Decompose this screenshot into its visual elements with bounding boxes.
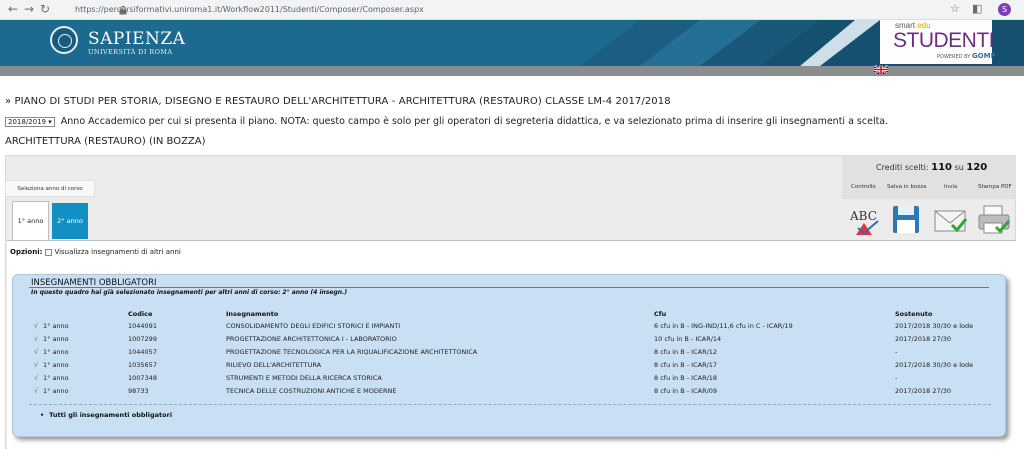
uk-flag-icon[interactable]	[874, 65, 888, 74]
save-draft-label: Salva in bozza	[887, 184, 927, 190]
row-passed: 2017/2018 27/30	[895, 335, 952, 343]
table-row: √ 1° anno 1007348 STRUMENTI E METODI DEL…	[0, 372, 1024, 385]
print-pdf-button[interactable]	[974, 201, 1014, 238]
send-label: Invia	[944, 184, 958, 190]
row-passed: 2017/2018 27/30	[895, 387, 952, 395]
table-row: √ 1° anno 1044057 PROGETTAZIONE TECNOLOG…	[0, 346, 1024, 359]
brand-powered-by: POWERED BY GOMP	[937, 52, 996, 60]
show-other-years-checkbox[interactable]	[45, 248, 53, 256]
mandatory-divider	[29, 287, 989, 288]
table-divider	[29, 404, 991, 405]
year-selector-header: Seleziona anno di corso	[5, 180, 95, 197]
row-code: 1044091	[128, 322, 157, 330]
all-mandatory-courses-link[interactable]: Tutti gli insegnamenti obbligatori	[40, 411, 172, 419]
check-icon: √	[34, 374, 39, 382]
forward-icon[interactable]: →	[22, 2, 36, 16]
credits-summary: Crediti scelti: 110 su 120	[876, 162, 987, 173]
check-icon: √	[34, 335, 39, 343]
brand-gomp: GOMP	[971, 52, 996, 60]
spellcheck-button[interactable]: ABC	[844, 201, 884, 238]
show-other-years-label[interactable]: Visualizza insegnamenti di altri anni	[54, 248, 180, 256]
tab-year-1[interactable]: 1° anno	[12, 201, 49, 240]
row-year: 1° anno	[43, 348, 69, 356]
row-code: 98733	[128, 387, 149, 395]
row-course: RILIEVO DELL'ARCHITETTURA	[226, 361, 322, 369]
browser-toolbar: ← → ↻ https://percorsiformativi.uniroma1…	[0, 0, 1024, 20]
row-code: 1035657	[128, 361, 157, 369]
extension-icon[interactable]: ◧	[972, 2, 982, 15]
back-icon[interactable]: ←	[6, 2, 20, 16]
row-passed: 2017/2018 30/30 e lode	[895, 361, 974, 369]
row-cfu: 8 cfu in B - ICAR/18	[654, 374, 718, 382]
subheader-bar	[0, 66, 1024, 76]
course-title: ARCHITETTURA (RESTAURO) (IN BOZZA)	[5, 136, 206, 147]
check-icon: √	[34, 387, 39, 395]
tab-year-2[interactable]: 2° anno	[52, 203, 88, 239]
check-label: Controllo	[851, 184, 876, 190]
row-course: STRUMENTI E METODI DELLA RICERCA STORICA	[226, 374, 382, 382]
reload-icon[interactable]: ↻	[38, 2, 52, 16]
page-title: » PIANO DI STUDI PER STORIA, DISEGNO E R…	[5, 96, 671, 107]
column-cfu: Cfu	[654, 310, 667, 318]
table-row: √ 1° anno 1035657 RILIEVO DELL'ARCHITETT…	[0, 359, 1024, 372]
row-code: 1007348	[128, 374, 157, 382]
row-year: 1° anno	[43, 387, 69, 395]
check-icon: √	[34, 361, 39, 369]
save-draft-button[interactable]	[886, 201, 926, 238]
column-course: Insegnamento	[226, 310, 279, 318]
row-cfu: 10 cfu in B - ICAR/14	[654, 335, 722, 343]
row-year: 1° anno	[43, 374, 69, 382]
options-row: Opzioni: Visualizza insegnamenti di altri…	[10, 248, 181, 256]
brand-powered-label: POWERED BY	[937, 54, 971, 60]
profile-avatar[interactable]: S	[998, 3, 1011, 16]
star-icon[interactable]: ☆	[950, 2, 960, 15]
row-passed: -	[895, 374, 898, 382]
row-year: 1° anno	[43, 361, 69, 369]
row-course: TECNICA DELLE COSTRUZIONI ANTICHE E MODE…	[226, 387, 397, 395]
check-icon: √	[34, 348, 39, 356]
university-subtitle: UNIVERSITÀ DI ROMA	[88, 48, 173, 56]
options-label: Opzioni:	[10, 248, 43, 256]
row-code: 1007299	[128, 335, 157, 343]
credits-label: Crediti scelti:	[876, 163, 929, 172]
credits-su: su	[954, 163, 964, 172]
row-course: PROGETTAZIONE ARCHITETTONICA I - LABORAT…	[226, 335, 397, 343]
row-cfu: 8 cfu in B - ICAR/09	[654, 387, 718, 395]
address-bar[interactable]: https://percorsiformativi.uniroma1.it/Wo…	[56, 2, 936, 17]
column-passed: Sostenuto	[895, 310, 933, 318]
check-icon: √	[34, 322, 39, 330]
print-pdf-label: Stampa PDF	[978, 184, 1012, 190]
academic-year-select[interactable]: 2018/2019 ▾	[5, 116, 55, 127]
site-header: Sapienza UNIVERSITÀ DI ROMA	[0, 20, 1024, 66]
row-course: CONSOLIDAMENTO DEGLI EDIFICI STORICI E I…	[226, 322, 401, 330]
row-year: 1° anno	[43, 335, 69, 343]
row-cfu: 6 cfu in B - ING-IND/11,6 cfu in C - ICA…	[654, 322, 793, 330]
table-row: √ 1° anno 1007299 PROGETTAZIONE ARCHITET…	[0, 333, 1024, 346]
academic-year-note: Anno Accademico per cui si presenta il p…	[60, 116, 889, 127]
row-cfu: 8 cfu in B - ICAR/17	[654, 361, 718, 369]
url-text: https://percorsiformativi.uniroma1.it/Wo…	[75, 5, 424, 14]
credits-value: 110	[931, 162, 953, 173]
svg-text:ABC: ABC	[849, 209, 877, 223]
row-year: 1° anno	[43, 322, 69, 330]
brand-studenti: STUDENTI	[893, 29, 995, 52]
row-passed: -	[895, 348, 898, 356]
table-row: √ 1° anno 1044091 CONSOLIDAMENTO DEGLI E…	[0, 320, 1024, 333]
row-code: 1044057	[128, 348, 157, 356]
academic-year-value: 2018/2019	[8, 117, 46, 126]
mandatory-subtitle: In questo quadro hai già selezionato ins…	[31, 289, 348, 296]
university-name: Sapienza	[88, 29, 186, 49]
seal-icon	[50, 26, 78, 54]
academic-year-row: 2018/2019 ▾ Anno Accademico per cui si p…	[5, 116, 888, 128]
row-cfu: 8 cfu in B - ICAR/12	[654, 348, 718, 356]
column-code: Codice	[128, 310, 153, 318]
row-course: PROGETTAZIONE TECNOLOGICA PER LA RIQUALI…	[226, 348, 478, 356]
row-passed: 2017/2018 30/30 e lode	[895, 322, 974, 330]
send-button[interactable]	[930, 201, 970, 238]
table-row: √ 1° anno 98733 TECNICA DELLE COSTRUZION…	[0, 385, 1024, 398]
credits-total: 120	[966, 162, 988, 173]
